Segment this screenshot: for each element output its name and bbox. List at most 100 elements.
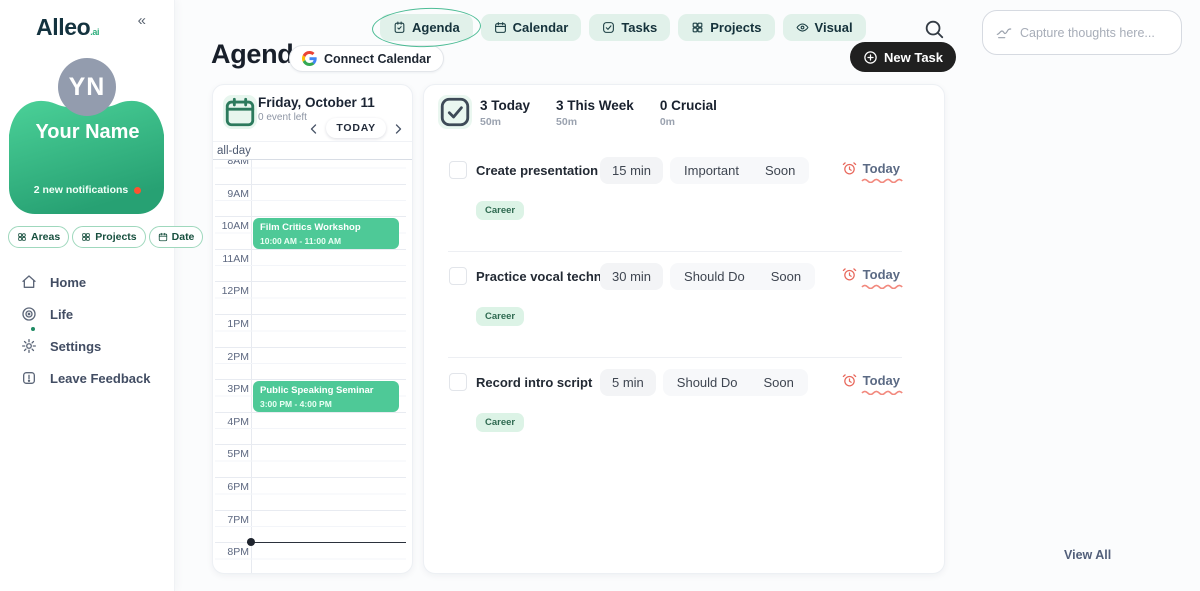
task-stat: 3 Today 50m xyxy=(480,98,530,128)
alarm-icon xyxy=(842,267,857,282)
home-icon xyxy=(21,274,37,290)
today-button[interactable]: TODAY xyxy=(326,118,386,138)
avatar[interactable]: YN xyxy=(58,58,116,116)
sidebar-nav: HomeLifeSettingsLeave Feedback xyxy=(21,266,161,394)
notifications-text: 2 new notifications xyxy=(34,184,129,196)
task-row[interactable]: Record intro script 5 min Should Do Soon… xyxy=(424,363,944,469)
feedback-icon xyxy=(21,370,37,386)
stat-count-label: 3 This Week xyxy=(556,98,634,113)
hour-label: 11AM xyxy=(215,253,249,265)
all-day-label: all-day xyxy=(217,145,251,157)
task-timeframe: Soon xyxy=(764,375,794,390)
check-square-icon xyxy=(602,21,615,34)
tab-calendar[interactable]: Calendar xyxy=(481,14,582,41)
task-duration-pill[interactable]: 5 min xyxy=(600,369,656,396)
task-priority: Should Do xyxy=(684,269,745,284)
capture-input[interactable] xyxy=(1020,26,1168,40)
tab-projects[interactable]: Projects xyxy=(678,14,774,41)
agenda-icon xyxy=(393,21,406,34)
task-due[interactable]: Today xyxy=(842,161,900,176)
sidebar: Alleo.ai « YN Your Name 2 new notificati… xyxy=(0,0,175,591)
alarm-icon xyxy=(842,373,857,388)
calendar-event[interactable]: Film Critics Workshop 10:00 AM - 11:00 A… xyxy=(253,218,399,249)
sidebar-filters: AreasProjects Date xyxy=(8,226,203,248)
tab-label: Calendar xyxy=(513,20,569,35)
hour-label: 4PM xyxy=(215,416,249,428)
calendar-hour-row: 4PM xyxy=(215,413,406,446)
chevron-left-icon[interactable] xyxy=(308,122,320,134)
hour-label: 10AM xyxy=(215,220,249,232)
connect-calendar-button[interactable]: Connect Calendar xyxy=(289,45,444,72)
task-due-label: Today xyxy=(863,373,900,388)
grid-icon xyxy=(691,21,704,34)
sidebar-collapse-icon[interactable]: « xyxy=(138,12,146,29)
task-pills: 30 min Should Do Soon xyxy=(600,263,815,290)
task-row[interactable]: Practice vocal techniques 30 min Should … xyxy=(424,257,944,363)
task-stats: 3 Today 50m 3 This Week 50m 0 Crucial 0m xyxy=(480,98,743,128)
tasks-check-icon xyxy=(438,95,472,129)
sidebar-item-leave-feedback[interactable]: Leave Feedback xyxy=(21,362,161,394)
calendar-hour-row: 8PM xyxy=(215,543,406,574)
task-duration-pill[interactable]: 15 min xyxy=(600,157,663,184)
sidebar-item-settings[interactable]: Settings xyxy=(21,330,161,362)
tab-tasks[interactable]: Tasks xyxy=(589,14,670,41)
task-due-label: Today xyxy=(863,161,900,176)
hour-label: 8PM xyxy=(215,546,249,558)
task-duration-pill[interactable]: 30 min xyxy=(600,263,663,290)
task-priority-pill-group[interactable]: Should Do Soon xyxy=(663,369,808,396)
sidebar-item-home[interactable]: Home xyxy=(21,266,161,298)
calendar-hour-row: 2PM xyxy=(215,348,406,381)
task-row[interactable]: Create presentation outline 15 min Impor… xyxy=(424,151,944,257)
tab-label: Tasks xyxy=(621,20,657,35)
notifications-link[interactable]: 2 new notifications xyxy=(0,184,175,196)
filter-projects-button[interactable]: Projects xyxy=(72,226,145,248)
app-window: Alleo.ai « YN Your Name 2 new notificati… xyxy=(0,0,1200,591)
tab-agenda[interactable]: Agenda xyxy=(380,14,473,41)
gear-icon xyxy=(21,338,37,354)
task-priority: Important xyxy=(684,163,739,178)
filter-label: Date xyxy=(172,231,195,243)
filter-date-button[interactable]: Date xyxy=(149,226,204,248)
scribble-icon xyxy=(996,25,1012,41)
task-priority-pill-group[interactable]: Important Soon xyxy=(670,157,809,184)
hour-label: 6PM xyxy=(215,481,249,493)
calendar-date-title: Friday, October 11 xyxy=(258,95,375,110)
calendar-event[interactable]: Public Speaking Seminar 3:00 PM - 4:00 P… xyxy=(253,381,399,412)
tab-visual[interactable]: Visual xyxy=(783,14,866,41)
hour-label: 5PM xyxy=(215,448,249,460)
chevron-right-icon[interactable] xyxy=(392,122,404,134)
task-priority-pill-group[interactable]: Should Do Soon xyxy=(670,263,815,290)
connect-calendar-label: Connect Calendar xyxy=(324,52,431,66)
search-icon[interactable] xyxy=(923,18,945,40)
stat-duration: 50m xyxy=(480,116,530,128)
event-title: Public Speaking Seminar xyxy=(260,385,392,397)
user-name: Your Name xyxy=(0,121,175,144)
calendar-hour-row: 1PM xyxy=(215,315,406,348)
stat-duration: 50m xyxy=(556,116,634,128)
calendar-hour-row: 5PM xyxy=(215,445,406,478)
task-pills: 5 min Should Do Soon xyxy=(600,369,808,396)
hour-label: 2PM xyxy=(215,351,249,363)
tab-label: Projects xyxy=(710,20,761,35)
task-due[interactable]: Today xyxy=(842,267,900,282)
task-checkbox[interactable] xyxy=(449,161,467,179)
view-all-link[interactable]: View All xyxy=(1064,548,1111,562)
new-task-button[interactable]: New Task xyxy=(850,42,956,72)
task-checkbox[interactable] xyxy=(449,373,467,391)
calendar-hour-row: 11AM xyxy=(215,250,406,283)
tasks-panel: 3 Today 50m 3 This Week 50m 0 Crucial 0m… xyxy=(423,84,945,574)
stat-count-label: 3 Today xyxy=(480,98,530,113)
task-due[interactable]: Today xyxy=(842,373,900,388)
task-stat: 3 This Week 50m xyxy=(556,98,634,128)
task-due-label: Today xyxy=(863,267,900,282)
sidebar-item-life[interactable]: Life xyxy=(21,298,161,330)
calendar-hour-row: 9AM xyxy=(215,185,406,218)
plus-circle-icon xyxy=(863,50,878,65)
task-checkbox[interactable] xyxy=(449,267,467,285)
filter-areas-button[interactable]: Areas xyxy=(8,226,69,248)
task-stat: 0 Crucial 0m xyxy=(660,98,717,128)
calendar-panel: Friday, October 11 0 event left TODAY 8A… xyxy=(212,84,413,574)
notification-dot-icon xyxy=(134,187,141,194)
calendar-hour-row: 6PM xyxy=(215,478,406,511)
hour-label: 7PM xyxy=(215,514,249,526)
